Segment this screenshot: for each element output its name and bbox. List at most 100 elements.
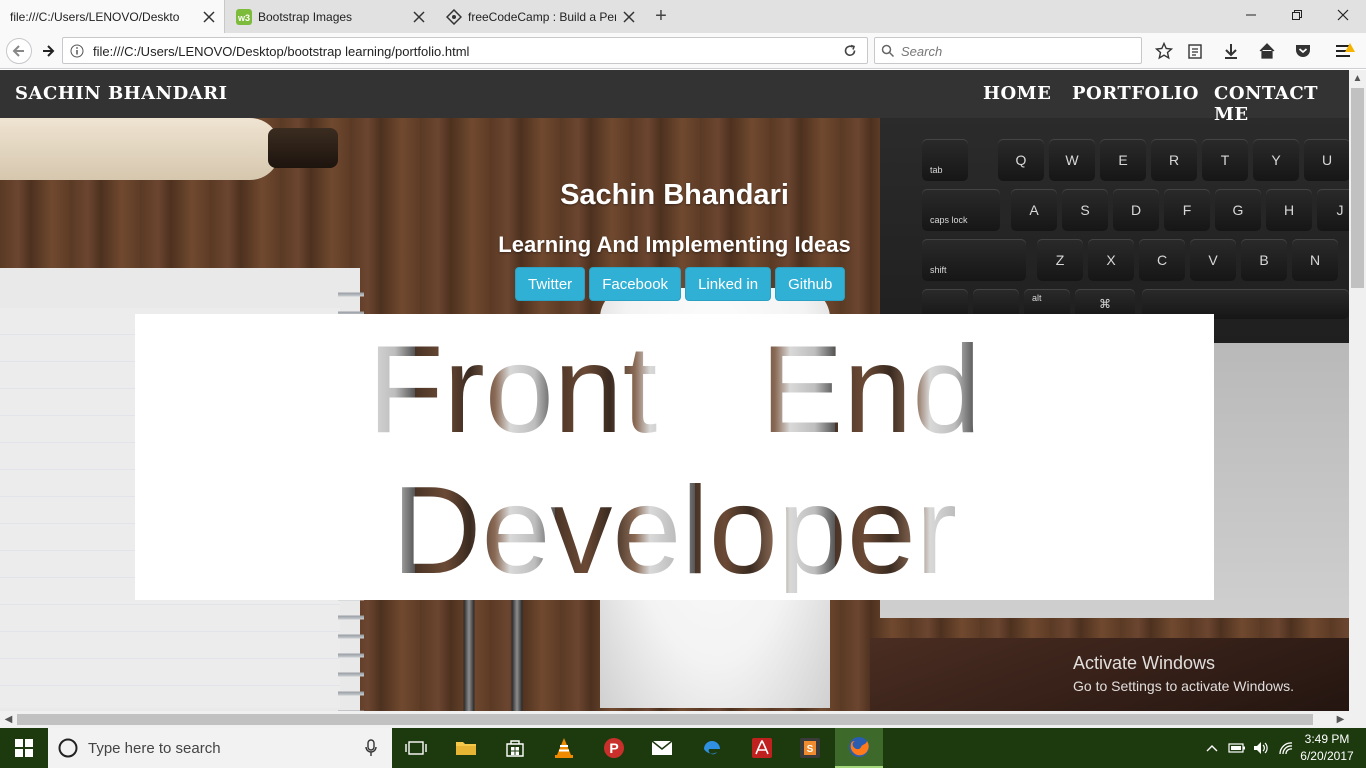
nav-portfolio[interactable]: PORTFOLIO bbox=[1072, 83, 1199, 104]
firefox-app[interactable] bbox=[835, 728, 883, 768]
close-icon bbox=[1337, 9, 1349, 21]
vertical-scrollbar[interactable]: ▲ bbox=[1349, 70, 1366, 711]
watermark-subtitle: Go to Settings to activate Windows. bbox=[1073, 678, 1294, 694]
scroll-right-icon[interactable]: ▶ bbox=[1332, 711, 1349, 728]
tab-freecodecamp[interactable]: freeCodeCamp : Build a Pers bbox=[436, 0, 644, 33]
search-placeholder: Search bbox=[901, 44, 943, 59]
site-brand[interactable]: SACHIN BHANDARI bbox=[15, 83, 228, 104]
tray-expand-button[interactable] bbox=[1202, 728, 1222, 768]
mail-app[interactable] bbox=[638, 728, 686, 768]
bookmark-star-button[interactable] bbox=[1152, 39, 1176, 63]
url-bar[interactable]: file:///C:/Users/LENOVO/Desktop/bootstra… bbox=[62, 37, 868, 64]
scroll-up-icon[interactable]: ▲ bbox=[1349, 70, 1366, 87]
battery-button[interactable] bbox=[1226, 728, 1248, 768]
facebook-button[interactable]: Facebook bbox=[589, 267, 682, 301]
file-explorer-app[interactable] bbox=[442, 728, 490, 768]
star-icon bbox=[1155, 42, 1173, 60]
firefox-icon bbox=[849, 737, 869, 757]
pocket-button[interactable] bbox=[1291, 39, 1315, 63]
acrobat-icon bbox=[752, 738, 772, 758]
hero-name: Sachin Bhandari bbox=[560, 179, 789, 211]
acrobat-app[interactable] bbox=[738, 728, 786, 768]
social-buttons: Twitter Facebook Linked in Github bbox=[515, 267, 846, 301]
close-icon[interactable] bbox=[622, 10, 636, 24]
arrow-left-icon bbox=[12, 45, 24, 57]
url-text[interactable]: file:///C:/Users/LENOVO/Desktop/bootstra… bbox=[93, 44, 469, 59]
linkedin-button[interactable]: Linked in bbox=[685, 267, 772, 301]
reload-icon[interactable] bbox=[843, 44, 857, 58]
menu-button[interactable] bbox=[1333, 39, 1357, 63]
tab-title: Bootstrap Images bbox=[258, 9, 353, 24]
nav-home[interactable]: HOME bbox=[983, 83, 1051, 104]
magnifier-handle-image bbox=[0, 118, 280, 180]
keyboard-key: T bbox=[1202, 139, 1248, 181]
task-view-button[interactable] bbox=[392, 728, 440, 768]
close-icon[interactable] bbox=[202, 10, 216, 24]
magnifier-collar-image bbox=[268, 128, 338, 168]
taskbar-clock[interactable]: 3:49 PM 6/20/2017 bbox=[1294, 731, 1360, 765]
folder-icon bbox=[456, 742, 476, 755]
wifi-icon bbox=[1279, 742, 1293, 755]
store-app[interactable] bbox=[491, 728, 539, 768]
minimize-icon bbox=[1246, 14, 1256, 16]
speaker-icon bbox=[1254, 742, 1268, 754]
horizontal-scrollbar[interactable]: ◀ ▶ bbox=[0, 711, 1366, 728]
tab-bootstrap-images[interactable]: w3 Bootstrap Images bbox=[226, 0, 434, 33]
close-window-button[interactable] bbox=[1320, 0, 1366, 30]
tab-portfolio[interactable]: file:///C:/Users/LENOVO/Deskto bbox=[0, 0, 225, 33]
info-icon[interactable] bbox=[70, 44, 84, 58]
browser-toolbar: file:///C:/Users/LENOVO/Desktop/bootstra… bbox=[0, 33, 1366, 69]
search-input[interactable]: Search bbox=[874, 37, 1142, 64]
home-button[interactable] bbox=[1255, 39, 1279, 63]
keyboard-key: R bbox=[1151, 139, 1197, 181]
microphone-icon[interactable] bbox=[365, 739, 377, 757]
battery-icon bbox=[1228, 743, 1245, 753]
hamburger-menu-icon bbox=[1336, 43, 1355, 57]
back-button[interactable] bbox=[6, 38, 32, 64]
download-arrow-icon bbox=[1225, 44, 1237, 59]
chevron-up-icon bbox=[1206, 745, 1218, 752]
vlc-app[interactable] bbox=[540, 728, 588, 768]
mail-envelope-icon bbox=[651, 740, 673, 755]
restore-button[interactable] bbox=[1274, 0, 1320, 30]
sublime-text-icon: S bbox=[800, 738, 820, 758]
svg-text:P: P bbox=[609, 740, 618, 756]
close-icon[interactable] bbox=[412, 10, 426, 24]
twitter-button[interactable]: Twitter bbox=[515, 267, 586, 301]
bootstrap-favicon-icon: w3 bbox=[236, 8, 252, 25]
nav-contact-me[interactable]: CONTACT ME bbox=[1214, 83, 1349, 125]
github-button[interactable]: Github bbox=[775, 267, 846, 301]
clock-date: 6/20/2017 bbox=[1300, 749, 1354, 763]
forward-button[interactable] bbox=[35, 38, 61, 64]
arrow-right-icon bbox=[43, 45, 55, 57]
edge-app[interactable] bbox=[688, 728, 736, 768]
keyboard-key: E bbox=[1100, 139, 1146, 181]
pens-image bbox=[455, 588, 545, 711]
p-letter-icon: P bbox=[604, 738, 624, 758]
start-button[interactable] bbox=[0, 728, 48, 768]
sublime-app[interactable]: S bbox=[786, 728, 834, 768]
new-tab-button[interactable]: + bbox=[648, 5, 674, 27]
volume-button[interactable] bbox=[1250, 728, 1272, 768]
home-icon bbox=[1259, 43, 1275, 59]
task-view-icon bbox=[405, 741, 427, 755]
downloads-button[interactable] bbox=[1219, 39, 1243, 63]
taskbar-search-placeholder: Type here to search bbox=[88, 740, 221, 757]
tab-title: file:///C:/Users/LENOVO/Deskto bbox=[10, 9, 180, 24]
freecodecamp-favicon-icon bbox=[446, 8, 462, 25]
reading-list-button[interactable] bbox=[1183, 39, 1207, 63]
pocket-icon bbox=[1296, 45, 1310, 57]
pdf-app[interactable]: P bbox=[590, 728, 638, 768]
horizontal-scroll-thumb[interactable] bbox=[17, 714, 1313, 725]
keyboard-key: W bbox=[1049, 139, 1095, 181]
minimize-button[interactable] bbox=[1228, 0, 1274, 30]
keyboard-key: Q bbox=[998, 139, 1044, 181]
taskbar-search[interactable]: Type here to search bbox=[48, 728, 392, 768]
keyboard-key: U bbox=[1304, 139, 1349, 181]
vertical-scroll-thumb[interactable] bbox=[1351, 88, 1364, 288]
headline-line-1: Front End bbox=[135, 328, 1214, 452]
search-icon bbox=[881, 44, 895, 58]
svg-text:S: S bbox=[807, 744, 814, 755]
scroll-left-icon[interactable]: ◀ bbox=[0, 711, 17, 728]
browser-tab-strip: file:///C:/Users/LENOVO/Deskto w3 Bootst… bbox=[0, 0, 1366, 33]
